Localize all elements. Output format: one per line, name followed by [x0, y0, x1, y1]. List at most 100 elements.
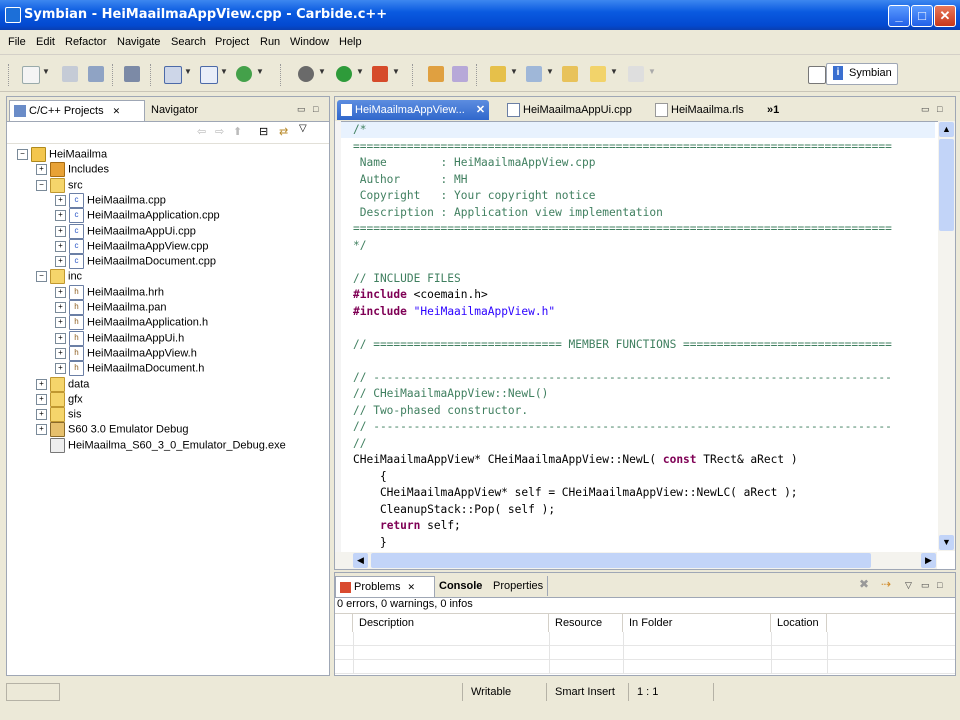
maximize-view-icon[interactable]: □: [937, 104, 942, 114]
column-description[interactable]: Description: [353, 614, 549, 632]
tab-cpp-projects[interactable]: C/C++ Projects ✕: [9, 100, 145, 121]
scroll-up-icon[interactable]: ▲: [939, 122, 954, 137]
tree-item[interactable]: − src: [36, 177, 83, 193]
collapse-icon[interactable]: −: [36, 179, 47, 191]
tree-item[interactable]: + c HeiMaailma.cpp: [55, 192, 166, 208]
expand-icon[interactable]: +: [55, 332, 66, 344]
editor-vertical-scrollbar[interactable]: ▲ ▼: [938, 121, 955, 551]
tab-heimaailmaappview[interactable]: HeiMaailmaAppView... ✕: [337, 100, 489, 120]
collapse-icon[interactable]: −: [17, 149, 28, 160]
run-icon[interactable]: [336, 66, 352, 82]
expand-icon[interactable]: +: [55, 210, 66, 222]
tab-heimaailmaappui[interactable]: HeiMaailmaAppUi.cpp: [503, 100, 647, 120]
expand-icon[interactable]: +: [36, 378, 47, 390]
expand-icon[interactable]: +: [55, 194, 66, 206]
minimize-view-icon[interactable]: ▭: [921, 104, 930, 115]
menu-refactor[interactable]: Refactor: [65, 36, 107, 48]
open-type-icon[interactable]: [428, 66, 444, 82]
tab-problems[interactable]: Problems ✕: [335, 576, 435, 597]
tree-item[interactable]: + h HeiMaailmaAppView.h: [55, 345, 197, 361]
view-menu-icon[interactable]: ▽: [905, 580, 912, 591]
tree-item[interactable]: + data: [36, 376, 89, 392]
menu-run[interactable]: Run: [260, 36, 280, 48]
maximize-view-icon[interactable]: □: [937, 580, 942, 590]
tree-item[interactable]: + h HeiMaailma.pan: [55, 300, 166, 315]
chevron-down-icon[interactable]: ▼: [184, 67, 192, 76]
expand-icon[interactable]: +: [55, 256, 66, 268]
menu-search[interactable]: Search: [171, 36, 206, 48]
chevron-down-icon[interactable]: ▼: [220, 67, 228, 76]
new-icon[interactable]: [22, 66, 40, 84]
new-class-icon[interactable]: [200, 66, 218, 84]
view-menu-icon[interactable]: ▽: [299, 123, 307, 134]
scroll-left-icon[interactable]: ◀: [353, 553, 368, 568]
back-arrow-icon[interactable]: ⇦: [197, 125, 206, 138]
link-editor-icon[interactable]: ⇄: [279, 125, 288, 138]
minimize-view-icon[interactable]: ▭: [297, 104, 306, 115]
scroll-down-icon[interactable]: ▼: [939, 535, 954, 550]
maximize-view-icon[interactable]: □: [313, 104, 318, 114]
menu-window[interactable]: Window: [290, 36, 329, 48]
tab-navigator[interactable]: Navigator: [147, 100, 211, 120]
chevron-down-icon[interactable]: ▼: [648, 67, 656, 76]
tab-console[interactable]: Console: [435, 576, 493, 596]
tree-item[interactable]: + c HeiMaailmaDocument.cpp: [55, 254, 216, 270]
search-icon[interactable]: [452, 66, 468, 82]
scroll-right-icon[interactable]: ▶: [921, 553, 936, 568]
tree-item[interactable]: HeiMaailma_S60_3_0_Emulator_Debug.exe: [36, 437, 286, 453]
menu-navigate[interactable]: Navigate: [117, 36, 160, 48]
external-tools-icon[interactable]: [372, 66, 388, 82]
column-location[interactable]: Location: [771, 614, 827, 632]
back-icon[interactable]: [590, 66, 606, 82]
tree-item[interactable]: − HeiMaailma: [17, 147, 107, 162]
forward-icon[interactable]: [628, 66, 644, 82]
expand-icon[interactable]: +: [36, 164, 47, 176]
expand-icon[interactable]: +: [55, 317, 66, 329]
minimize-button[interactable]: _: [888, 5, 910, 27]
tree-item[interactable]: + Includes: [36, 162, 109, 178]
minimize-view-icon[interactable]: ▭: [921, 580, 930, 591]
expand-icon[interactable]: +: [36, 393, 47, 405]
perspective-button[interactable]: i Symbian: [826, 63, 898, 85]
expand-icon[interactable]: +: [55, 240, 66, 252]
tree-item[interactable]: + h HeiMaailmaAppUi.h: [55, 330, 184, 346]
tab-heimaailma-rls[interactable]: HeiMaailma.rls: [651, 100, 755, 120]
tree-item[interactable]: + h HeiMaailmaApplication.h: [55, 315, 208, 331]
menu-file[interactable]: File: [8, 36, 26, 48]
expand-icon[interactable]: +: [36, 409, 47, 421]
tree-item[interactable]: + c HeiMaailmaApplication.cpp: [55, 208, 220, 224]
collapse-all-icon[interactable]: ⊟: [259, 125, 268, 138]
previous-annotation-icon[interactable]: [526, 66, 542, 82]
debug-icon[interactable]: [298, 66, 314, 82]
expand-icon[interactable]: +: [55, 286, 66, 298]
next-annotation-icon[interactable]: [490, 66, 506, 82]
print-icon[interactable]: [88, 66, 104, 82]
chevron-down-icon[interactable]: ▼: [42, 67, 50, 76]
more-tabs-button[interactable]: »1: [763, 100, 797, 120]
build-all-icon[interactable]: [124, 66, 140, 82]
new-project-icon[interactable]: [164, 66, 182, 84]
chevron-down-icon[interactable]: ▼: [256, 67, 264, 76]
expand-icon[interactable]: +: [55, 225, 66, 237]
new-source-icon[interactable]: [236, 66, 252, 82]
save-icon[interactable]: [62, 66, 78, 82]
chevron-down-icon[interactable]: ▼: [318, 67, 326, 76]
expand-icon[interactable]: +: [55, 302, 66, 313]
editor-horizontal-scrollbar[interactable]: ◀ ▶: [335, 552, 937, 569]
tree-item[interactable]: + c HeiMaailmaAppView.cpp: [55, 238, 208, 254]
tab-properties[interactable]: Properties: [489, 576, 548, 596]
collapse-icon[interactable]: −: [36, 271, 47, 283]
menu-project[interactable]: Project: [215, 36, 249, 48]
expand-icon[interactable]: +: [55, 347, 66, 359]
scroll-thumb[interactable]: [939, 139, 954, 231]
horizontal-scroll-thumb[interactable]: [371, 553, 871, 568]
menu-edit[interactable]: Edit: [36, 36, 55, 48]
code-editor[interactable]: /* ======================================…: [335, 122, 935, 552]
close-button[interactable]: ✕: [934, 5, 956, 27]
tree-item[interactable]: − inc: [36, 269, 82, 285]
expand-icon[interactable]: +: [36, 424, 47, 436]
filter-icon[interactable]: ⇢: [881, 577, 891, 591]
tree-item[interactable]: + h HeiMaailma.hrh: [55, 284, 164, 300]
chevron-down-icon[interactable]: ▼: [510, 67, 518, 76]
column-in-folder[interactable]: In Folder: [623, 614, 771, 632]
